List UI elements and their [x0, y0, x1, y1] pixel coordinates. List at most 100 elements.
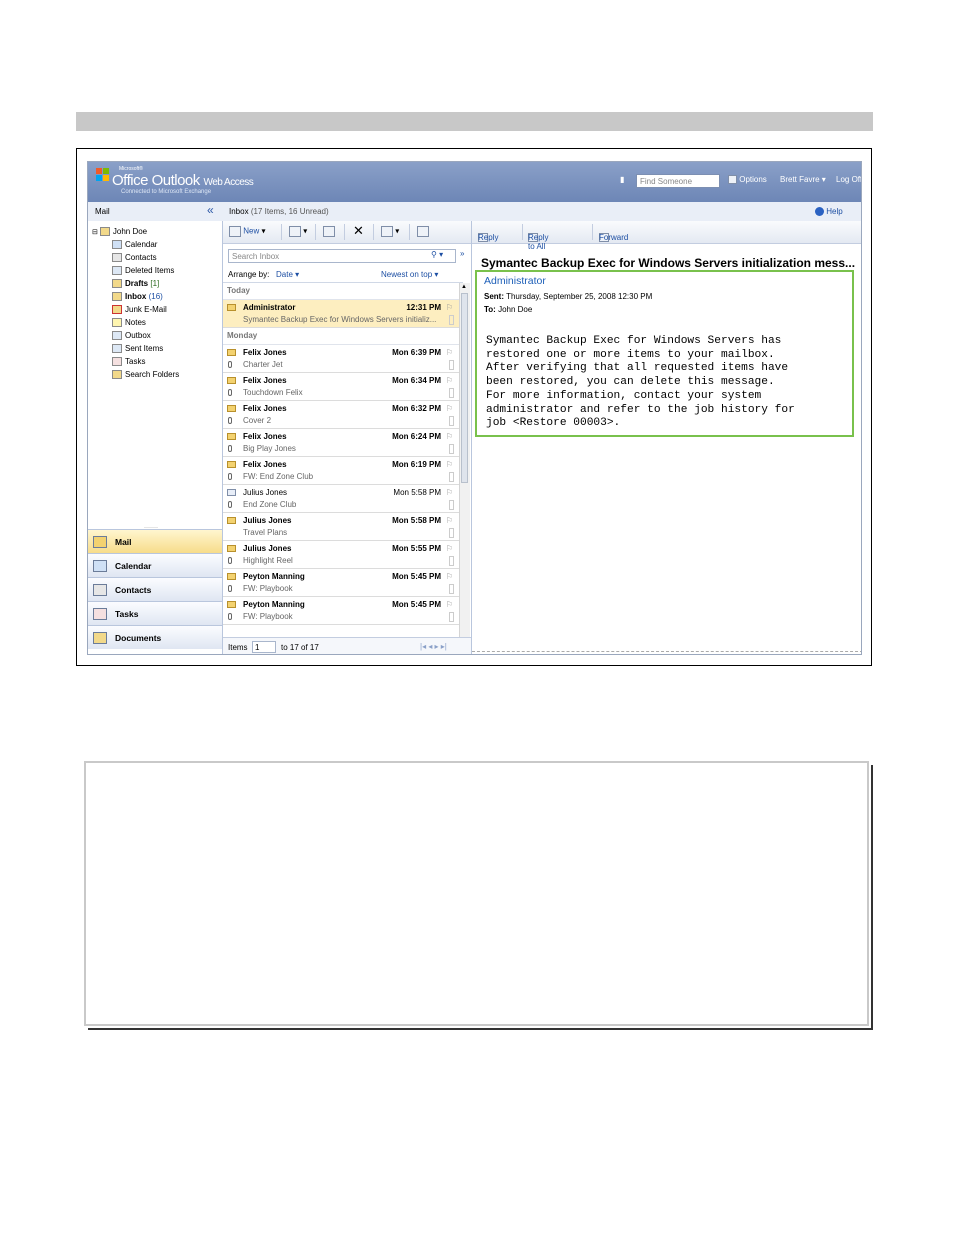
delete-icon[interactable]: ✕ — [353, 223, 364, 239]
folder-sent-items[interactable]: Sent Items — [92, 342, 179, 355]
folder-contacts[interactable]: Contacts — [92, 251, 179, 264]
help-link[interactable]: Help — [815, 207, 843, 217]
flag-icon[interactable]: ⚐ — [446, 600, 453, 609]
new-button[interactable]: New ▾ — [229, 226, 266, 237]
check-messages-button[interactable]: ▾ — [381, 226, 399, 237]
category-box[interactable] — [449, 612, 454, 622]
arrange-by-dropdown[interactable]: Date ▾ — [276, 270, 299, 279]
folder-label: Junk E-Mail — [125, 305, 167, 314]
flag-icon[interactable]: ⚐ — [446, 376, 453, 385]
scroll-up-icon[interactable]: ▲ — [461, 284, 467, 290]
message-row[interactable]: Julius Jones Mon 5:58 PM ⚐ End Zone Club — [223, 485, 459, 513]
folder-junk[interactable]: Junk E-Mail — [92, 303, 179, 316]
sort-order-dropdown[interactable]: Newest on top ▾ — [381, 270, 438, 279]
mail-section-label: Mail — [95, 207, 110, 216]
message-subject: FW: Playbook — [243, 584, 293, 593]
message-row[interactable]: Julius Jones Mon 5:58 PM ⚐ Travel Plans — [223, 513, 459, 541]
inbox-heading: Inbox (17 Items, 16 Unread) — [229, 207, 329, 216]
navigation-buttons: Mail Calendar Contacts Tasks Documents — [88, 529, 222, 649]
category-box[interactable] — [449, 472, 454, 482]
folder-drafts[interactable]: Drafts [1] — [92, 277, 179, 290]
category-box[interactable] — [449, 528, 454, 538]
category-box[interactable] — [449, 444, 454, 454]
nav-calendar-button[interactable]: Calendar — [88, 553, 222, 577]
paging-arrows-icon[interactable]: |◂ ◂ ▸ ▸| — [420, 642, 447, 651]
message-body: Symantec Backup Exec for Windows Servers… — [486, 335, 795, 430]
envelope-icon — [227, 517, 236, 524]
attachment-icon — [228, 585, 232, 592]
flag-icon[interactable]: ⚐ — [446, 303, 453, 312]
flag-icon[interactable]: ⚐ — [446, 516, 453, 525]
category-box[interactable] — [449, 416, 454, 426]
message-subject-heading: Symantec Backup Exec for Windows Servers… — [481, 256, 856, 270]
message-subject: Cover 2 — [243, 416, 272, 425]
nav-tasks-button[interactable]: Tasks — [88, 601, 222, 625]
items-label: Items — [228, 643, 248, 652]
folder-count: (16) — [148, 292, 163, 301]
category-box[interactable] — [449, 315, 454, 325]
message-row[interactable]: Peyton Manning Mon 5:45 PM ⚐ FW: Playbook — [223, 569, 459, 597]
category-box[interactable] — [449, 500, 454, 510]
message-row[interactable]: Peyton Manning Mon 5:45 PM ⚐ FW: Playbook — [223, 597, 459, 625]
folder-deleted-items[interactable]: Deleted Items — [92, 264, 179, 277]
address-book-icon[interactable]: ▮ — [620, 175, 624, 184]
logoff-link[interactable]: Log Off — [836, 175, 861, 184]
expand-search-icon[interactable]: » — [460, 249, 464, 258]
flag-icon[interactable]: ⚐ — [446, 460, 453, 469]
page-number-input[interactable]: 1 — [252, 641, 276, 653]
flag-icon[interactable]: ⚐ — [446, 348, 453, 357]
sender-name[interactable]: Administrator — [484, 275, 546, 287]
nav-label: Documents — [115, 632, 162, 643]
scrollbar-thumb[interactable] — [461, 293, 468, 483]
message-row-selected[interactable]: Administrator 12:31 PM ⚐ Symantec Backup… — [223, 300, 459, 328]
message-time: Mon 5:55 PM — [392, 544, 441, 553]
folder-notes[interactable]: Notes — [92, 316, 179, 329]
nav-mail-button[interactable]: Mail — [88, 529, 222, 553]
sent-line: Sent: Thursday, September 25, 2008 12:30… — [484, 292, 653, 301]
category-box[interactable] — [449, 584, 454, 594]
nav-documents-button[interactable]: Documents — [88, 625, 222, 649]
flag-icon[interactable]: ⚐ — [446, 432, 453, 441]
search-icon[interactable]: ⚲ ▾ — [431, 250, 443, 259]
collapse-icon[interactable]: « — [207, 203, 214, 217]
message-row[interactable]: Julius Jones Mon 5:55 PM ⚐ Highlight Reel — [223, 541, 459, 569]
flag-icon[interactable]: ⚐ — [446, 572, 453, 581]
move-button[interactable] — [323, 226, 335, 237]
message-row[interactable]: Felix Jones Mon 6:19 PM ⚐ FW: End Zone Club — [223, 457, 459, 485]
flag-icon[interactable]: ⚐ — [446, 544, 453, 553]
toolbar-separator — [373, 224, 374, 240]
message-row[interactable]: Felix Jones Mon 6:32 PM ⚐ Cover 2 — [223, 401, 459, 429]
expand-icon[interactable]: ⊟ — [92, 229, 98, 236]
folder-inbox[interactable]: Inbox (16) — [92, 290, 179, 303]
category-box[interactable] — [449, 360, 454, 370]
category-box[interactable] — [449, 556, 454, 566]
folder-outbox[interactable]: Outbox — [92, 329, 179, 342]
folder-root[interactable]: ⊟ John Doe — [92, 225, 179, 238]
message-row[interactable]: Felix Jones Mon 6:34 PM ⚐ Touchdown Felix — [223, 373, 459, 401]
highlighted-message: Administrator Sent: Thursday, September … — [475, 270, 854, 437]
options-link[interactable]: Options — [728, 175, 767, 185]
message-list-pane: New ▾ ▾ ✕ ▾ Search Inbox ⚲ ▾ » Arrange b… — [223, 221, 472, 654]
find-someone-input[interactable]: Find Someone — [636, 174, 720, 188]
flag-icon[interactable]: ⚐ — [446, 404, 453, 413]
folder-search-folders[interactable]: Search Folders — [92, 368, 179, 381]
envelope-icon — [227, 601, 236, 608]
message-subject: Charter Jet — [243, 360, 283, 369]
nav-contacts-button[interactable]: Contacts — [88, 577, 222, 601]
folder-calendar[interactable]: Calendar — [92, 238, 179, 251]
reading-pane: Reply Reply to All Forward Symantec Back… — [472, 221, 861, 654]
message-row[interactable]: Felix Jones Mon 6:24 PM ⚐ Big Play Jones — [223, 429, 459, 457]
flag-icon[interactable]: ⚐ — [446, 488, 453, 497]
folder-label: Tasks — [125, 357, 146, 366]
toolbar-separator — [409, 224, 410, 240]
user-menu[interactable]: Brett Favre ▾ — [780, 175, 826, 184]
message-row[interactable]: Felix Jones Mon 6:39 PM ⚐ Charter Jet — [223, 345, 459, 373]
search-inbox-input[interactable]: Search Inbox — [228, 249, 456, 263]
message-list-scrollbar[interactable]: ▲ — [459, 283, 470, 640]
toolbar-separator — [281, 224, 282, 240]
folder-tasks[interactable]: Tasks — [92, 355, 179, 368]
category-box[interactable] — [449, 388, 454, 398]
attachment-icon — [228, 557, 232, 564]
reading-pane-button[interactable] — [417, 226, 429, 237]
view-menu-button[interactable]: ▾ — [289, 226, 307, 237]
